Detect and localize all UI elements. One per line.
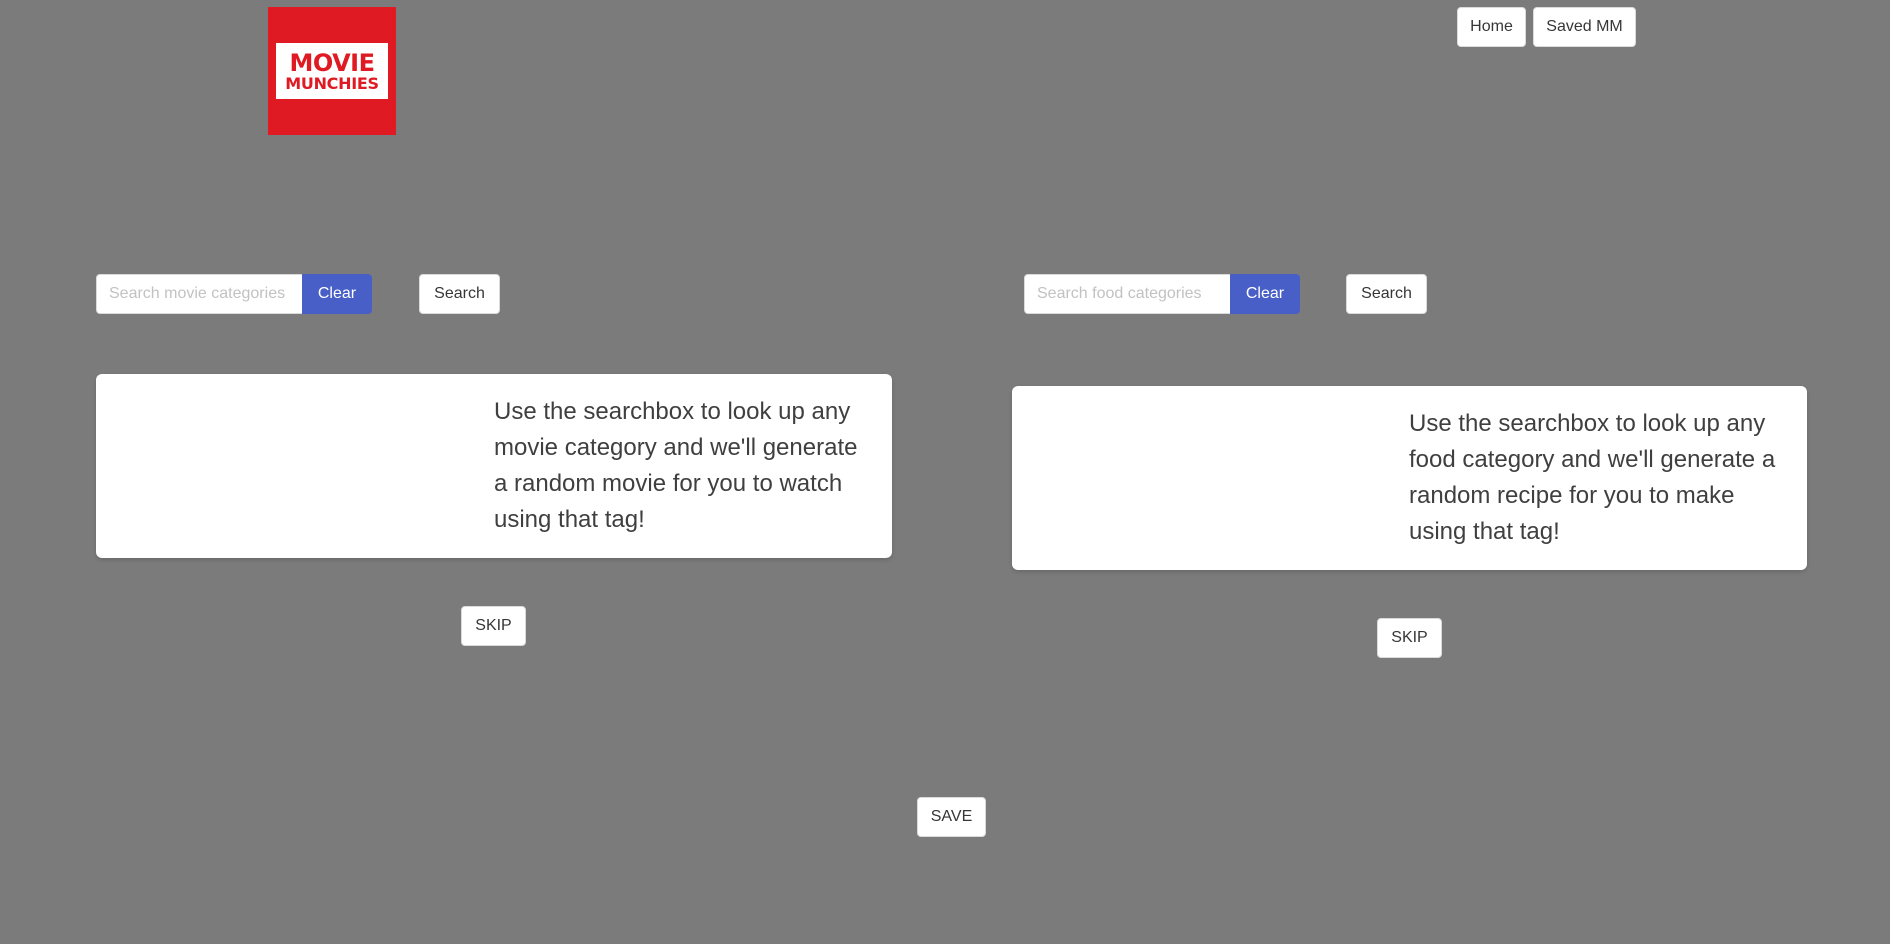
movie-result-card: Use the searchbox to look up any movie c… — [96, 374, 892, 558]
save-button[interactable]: SAVE — [917, 797, 986, 837]
movie-search-button[interactable]: Search — [419, 274, 500, 314]
movie-clear-button[interactable]: Clear — [302, 274, 372, 314]
movie-card-text: Use the searchbox to look up any movie c… — [494, 398, 858, 533]
food-result-card: Use the searchbox to look up any food ca… — [1012, 386, 1807, 570]
home-button[interactable]: Home — [1457, 7, 1526, 47]
saved-mm-button[interactable]: Saved MM — [1533, 7, 1636, 47]
food-search-input[interactable] — [1024, 274, 1230, 314]
logo-line1: MOVIE — [289, 48, 375, 77]
movie-search-field: Clear — [96, 274, 372, 314]
food-clear-button[interactable]: Clear — [1230, 274, 1300, 314]
food-skip-button[interactable]: SKIP — [1377, 618, 1442, 658]
food-card-text: Use the searchbox to look up any food ca… — [1409, 410, 1776, 545]
movie-skip-button[interactable]: SKIP — [461, 606, 526, 646]
logo: MOVIE MUNCHIES — [268, 7, 396, 135]
logo-badge: MOVIE MUNCHIES — [276, 43, 388, 99]
food-search-button[interactable]: Search — [1346, 274, 1427, 314]
logo-line2: MUNCHIES — [285, 73, 379, 93]
movie-search-input[interactable] — [96, 274, 302, 314]
food-search-field: Clear — [1024, 274, 1300, 314]
